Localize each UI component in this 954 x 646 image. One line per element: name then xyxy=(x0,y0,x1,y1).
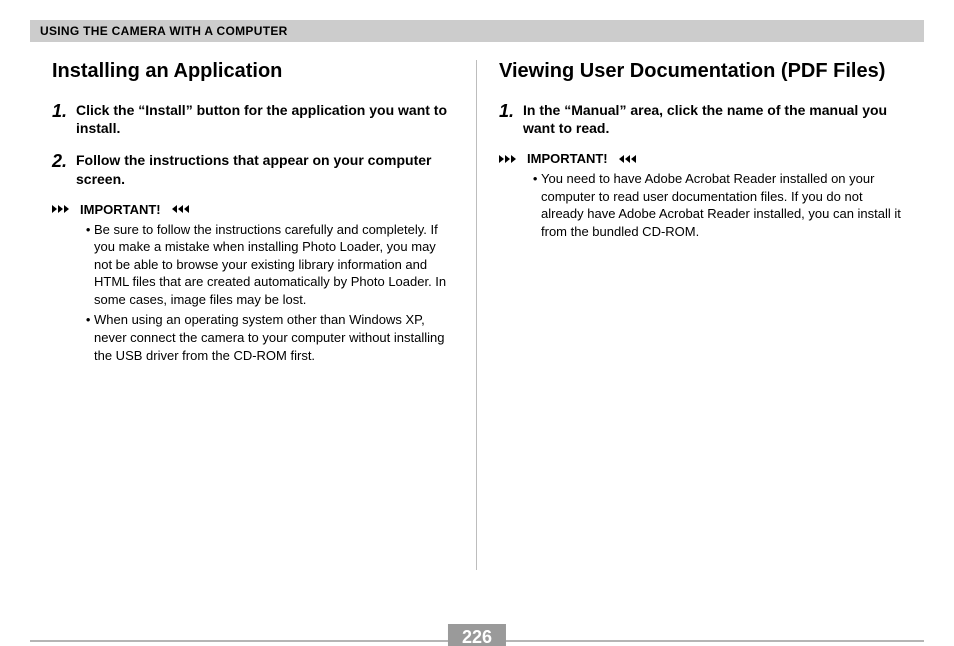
arrows-left-icon xyxy=(167,203,189,215)
page-number: 226 xyxy=(448,624,506,646)
important-item: When using an operating system other tha… xyxy=(94,311,454,364)
important-heading: IMPORTANT! xyxy=(499,151,902,166)
arrows-right-icon xyxy=(499,153,521,165)
right-section-title: Viewing User Documentation (PDF Files) xyxy=(499,60,902,83)
important-list: Be sure to follow the instructions caref… xyxy=(52,221,454,364)
important-label: IMPORTANT! xyxy=(521,151,614,166)
important-heading: IMPORTANT! xyxy=(52,202,454,217)
step-item: 2 Follow the instructions that appear on… xyxy=(52,151,454,187)
step-item: 1 In the “Manual” area, click the name o… xyxy=(499,101,902,137)
page-footer: 226 xyxy=(30,624,924,626)
step-number: 2 xyxy=(52,151,76,172)
step-item: 1 Click the “Install” button for the app… xyxy=(52,101,454,137)
chapter-title-bar: USING THE CAMERA WITH A COMPUTER xyxy=(30,20,924,42)
manual-page: USING THE CAMERA WITH A COMPUTER Install… xyxy=(0,0,954,646)
step-number: 1 xyxy=(52,101,76,122)
left-section-title: Installing an Application xyxy=(52,60,454,83)
right-column: Viewing User Documentation (PDF Files) 1… xyxy=(477,60,924,570)
step-text: Click the “Install” button for the appli… xyxy=(76,101,454,137)
two-column-layout: Installing an Application 1 Click the “I… xyxy=(30,60,924,570)
important-label: IMPORTANT! xyxy=(74,202,167,217)
important-list: You need to have Adobe Acrobat Reader in… xyxy=(499,170,902,240)
step-text: Follow the instructions that appear on y… xyxy=(76,151,454,187)
step-text: In the “Manual” area, click the name of … xyxy=(523,101,902,137)
important-item: Be sure to follow the instructions caref… xyxy=(94,221,454,309)
important-item: You need to have Adobe Acrobat Reader in… xyxy=(541,170,902,240)
arrows-right-icon xyxy=(52,203,74,215)
left-column: Installing an Application 1 Click the “I… xyxy=(30,60,477,570)
arrows-left-icon xyxy=(614,153,636,165)
chapter-title: USING THE CAMERA WITH A COMPUTER xyxy=(40,24,288,38)
step-number: 1 xyxy=(499,101,523,122)
